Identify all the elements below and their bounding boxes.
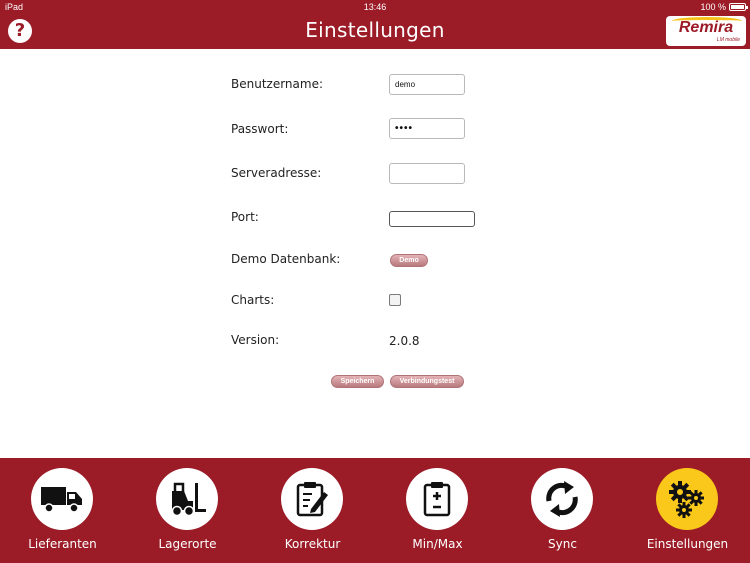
battery-icon [729,3,748,11]
version-value: 2.0.8 [389,334,420,348]
tab-icon-circle [156,468,218,530]
tab-icon-circle [31,468,93,530]
tab-lagerorte[interactable]: Lagerorte [125,458,250,563]
logo-subtitle: LM mobile [716,37,740,43]
tab-label: Lagerorte [158,537,217,551]
tab-icon-circle [281,468,343,530]
tab-lieferanten[interactable]: Lieferanten [0,458,125,563]
page-title: Einstellungen [305,18,445,42]
charts-label: Charts: [231,293,275,307]
tab-einstellungen[interactable]: Einstellungen [625,458,750,563]
sync-icon [546,481,578,517]
password-label: Passwort: [231,122,289,136]
tab-label: Lieferanten [28,537,97,551]
plus-minus-clipboard-icon [423,482,451,517]
status-time: 13:46 [363,2,387,12]
connection-test-button[interactable]: Verbindungstest [390,375,464,388]
truck-icon [41,487,82,513]
demo-database-label: Demo Datenbank: [231,252,341,266]
version-label: Version: [231,333,280,347]
tab-label: Sync [548,537,577,551]
tab-label: Min/Max [412,537,463,551]
port-label: Port: [231,210,259,224]
logo-text: Remira [678,19,734,36]
forklift-icon [171,482,206,517]
username-label: Benutzername: [231,77,324,91]
header-bar: iPad 13:46 100 % ? Einstellungen Remira … [0,0,750,49]
server-address-label: Serveradresse: [231,166,322,180]
bottom-tab-bar: Lieferanten Lagerorte Korrektur Min/Max … [0,458,750,563]
tab-sync[interactable]: Sync [500,458,625,563]
gears-icon [669,481,704,518]
status-battery-percent: 100 % [700,2,726,12]
edit-clipboard-icon [296,482,328,517]
remira-logo: Remira LM mobile [666,16,746,46]
tab-icon-circle [406,468,468,530]
tab-min-max[interactable]: Min/Max [375,458,500,563]
server-address-input[interactable] [389,163,465,184]
tab-korrektur[interactable]: Korrektur [250,458,375,563]
tab-label: Korrektur [284,537,341,551]
port-input[interactable] [389,211,475,227]
demo-button[interactable]: Demo [390,254,428,267]
tab-icon-circle [531,468,593,530]
tab-icon-circle [656,468,718,530]
password-input[interactable]: •••• [389,118,465,139]
charts-checkbox[interactable] [389,294,401,306]
username-input[interactable] [389,74,465,95]
save-button[interactable]: Speichern [331,375,384,388]
tab-label: Einstellungen [646,537,729,551]
